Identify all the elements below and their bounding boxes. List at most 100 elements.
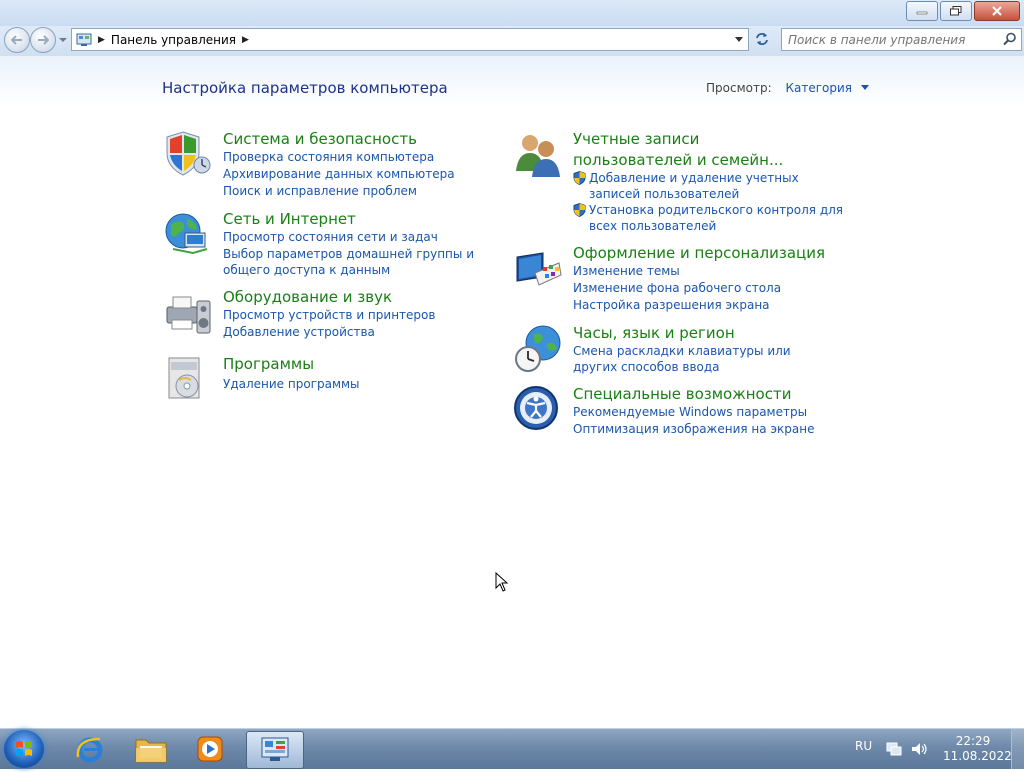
link-add-device[interactable]: Добавление устройства xyxy=(223,324,435,341)
category-links: Изменение темы Изменение фона рабочего с… xyxy=(573,263,781,314)
category-links: Удаление программы xyxy=(223,376,360,393)
chevron-down-icon xyxy=(735,37,743,42)
language-indicator[interactable]: RU xyxy=(855,739,872,753)
taskbar-file-explorer[interactable] xyxy=(123,731,179,767)
category-links: Добавление и удаление учетных записей по… xyxy=(573,170,849,234)
volume-icon[interactable] xyxy=(910,741,928,757)
link-change-background[interactable]: Изменение фона рабочего стола xyxy=(573,280,781,297)
internet-explorer-icon xyxy=(76,737,103,763)
search-input[interactable] xyxy=(788,30,998,50)
link-backup[interactable]: Архивирование данных компьютера xyxy=(223,166,455,183)
category-title[interactable]: Часы, язык и регион xyxy=(573,323,735,344)
back-button[interactable] xyxy=(4,27,30,53)
chevron-down-icon[interactable] xyxy=(860,85,869,90)
link-homegroup[interactable]: Выбор параметров домашней группы и общег… xyxy=(223,246,498,278)
refresh-button[interactable] xyxy=(751,29,773,49)
category-accessibility: Специальные возможности Рекомендуемые Wi… xyxy=(513,384,843,439)
category-title[interactable]: Оборудование и звук xyxy=(223,287,392,308)
category-title[interactable]: Оформление и персонализация xyxy=(573,243,825,264)
link-network-status[interactable]: Просмотр состояния сети и задач xyxy=(223,229,498,246)
category-title[interactable]: Учетные записи пользователей и семейн... xyxy=(573,129,823,171)
category-links: Просмотр устройств и принтеров Добавлени… xyxy=(223,307,435,341)
link-recommended-settings[interactable]: Рекомендуемые Windows параметры xyxy=(573,404,814,421)
category-links: Просмотр состояния сети и задач Выбор па… xyxy=(223,229,498,278)
breadcrumb-arrow-icon[interactable]: ▶ xyxy=(242,35,249,45)
page-title: Настройка параметров компьютера xyxy=(162,79,448,97)
clock-globe-icon[interactable] xyxy=(513,323,565,375)
network-globe-icon[interactable] xyxy=(163,209,215,261)
recent-pages-dropdown[interactable] xyxy=(59,36,67,44)
accessibility-icon[interactable] xyxy=(513,384,565,436)
taskbar: RU 22:29 11.08.2022 xyxy=(0,728,1024,769)
category-links: Проверка состояния компьютера Архивирова… xyxy=(223,149,455,200)
category-title[interactable]: Программы xyxy=(223,354,314,375)
media-player-icon xyxy=(197,736,223,762)
address-bar[interactable]: ▶ Панель управления ▶ xyxy=(71,28,749,51)
category-title[interactable]: Система и безопасность xyxy=(223,129,417,150)
control-panel-content: Настройка параметров компьютера Просмотр… xyxy=(0,56,1024,728)
clock-date: 11.08.2022 xyxy=(943,749,1012,763)
clock[interactable]: 22:29 11.08.2022 xyxy=(943,734,1012,764)
minimize-icon xyxy=(916,11,928,15)
clock-time: 22:29 xyxy=(955,734,991,748)
close-button[interactable] xyxy=(974,1,1020,21)
link-change-theme[interactable]: Изменение темы xyxy=(573,263,781,280)
back-arrow-icon xyxy=(11,35,22,45)
taskbar-internet-explorer[interactable] xyxy=(62,731,118,767)
category-user-accounts: Учетные записи пользователей и семейн...… xyxy=(513,129,843,239)
forward-arrow-icon xyxy=(38,35,49,45)
start-button[interactable] xyxy=(4,730,44,768)
category-links: Рекомендуемые Windows параметры Оптимиза… xyxy=(573,404,814,438)
category-hardware-sound: Оборудование и звук Просмотр устройств и… xyxy=(163,287,493,347)
shield-icon[interactable] xyxy=(163,129,215,181)
address-dropdown-button[interactable] xyxy=(732,29,746,50)
category-title[interactable]: Сеть и Интернет xyxy=(223,209,356,230)
link-check-status[interactable]: Проверка состояния компьютера xyxy=(223,149,455,166)
taskbar-media-player[interactable] xyxy=(182,731,238,767)
link-add-remove-accounts[interactable]: Добавление и удаление учетных записей по… xyxy=(573,170,839,202)
uac-shield-icon xyxy=(573,171,586,185)
link-keyboard-layout[interactable]: Смена раскладки клавиатуры или других сп… xyxy=(573,343,813,375)
link-optimize-display[interactable]: Оптимизация изображения на экране xyxy=(573,421,814,438)
category-links: Смена раскладки клавиатуры или других сп… xyxy=(573,343,813,375)
link-uninstall-program[interactable]: Удаление программы xyxy=(223,376,360,393)
refresh-icon xyxy=(756,33,768,45)
taskbar-control-panel[interactable] xyxy=(246,731,304,769)
link-parental-controls[interactable]: Установка родительского контроля для все… xyxy=(573,202,849,234)
restore-button[interactable] xyxy=(940,1,972,21)
window-controls xyxy=(906,1,1020,21)
window-titlebar xyxy=(0,0,1024,26)
search-box[interactable] xyxy=(781,28,1022,51)
link-troubleshoot[interactable]: Поиск и исправление проблем xyxy=(223,183,455,200)
view-selector: Просмотр: Категория xyxy=(706,81,869,95)
printer-speaker-icon[interactable] xyxy=(163,287,215,339)
navigation-bar: ▶ Панель управления ▶ xyxy=(0,26,1024,56)
uac-shield-icon xyxy=(573,203,586,217)
restore-icon xyxy=(950,6,962,16)
category-title[interactable]: Специальные возможности xyxy=(573,384,791,405)
file-explorer-icon xyxy=(135,739,167,763)
link-devices-printers[interactable]: Просмотр устройств и принтеров xyxy=(223,307,435,324)
show-desktop-button[interactable] xyxy=(1011,729,1024,769)
mouse-cursor-icon xyxy=(495,572,509,592)
link-text[interactable]: Добавление и удаление учетных записей по… xyxy=(589,171,799,201)
users-icon[interactable] xyxy=(513,129,565,181)
breadcrumb-arrow-icon[interactable]: ▶ xyxy=(98,35,105,45)
view-label: Просмотр: xyxy=(706,81,772,95)
control-panel-icon xyxy=(261,737,289,761)
category-clock-language-region: Часы, язык и регион Смена раскладки клав… xyxy=(513,323,843,378)
windows-logo-icon xyxy=(16,741,32,756)
network-icon[interactable] xyxy=(886,741,902,757)
programs-disc-icon[interactable] xyxy=(163,354,215,406)
view-mode-dropdown[interactable]: Категория xyxy=(785,81,852,95)
control-panel-small-icon xyxy=(76,33,92,46)
monitor-palette-icon[interactable] xyxy=(513,243,565,295)
minimize-button[interactable] xyxy=(906,1,938,21)
link-screen-resolution[interactable]: Настройка разрешения экрана xyxy=(573,297,781,314)
breadcrumb-control-panel[interactable]: Панель управления xyxy=(111,33,236,47)
category-system-security: Система и безопасность Проверка состояни… xyxy=(163,129,493,199)
search-icon[interactable] xyxy=(1003,32,1017,46)
forward-button[interactable] xyxy=(30,27,56,53)
close-icon xyxy=(992,6,1002,16)
link-text[interactable]: Установка родительского контроля для все… xyxy=(589,203,843,233)
